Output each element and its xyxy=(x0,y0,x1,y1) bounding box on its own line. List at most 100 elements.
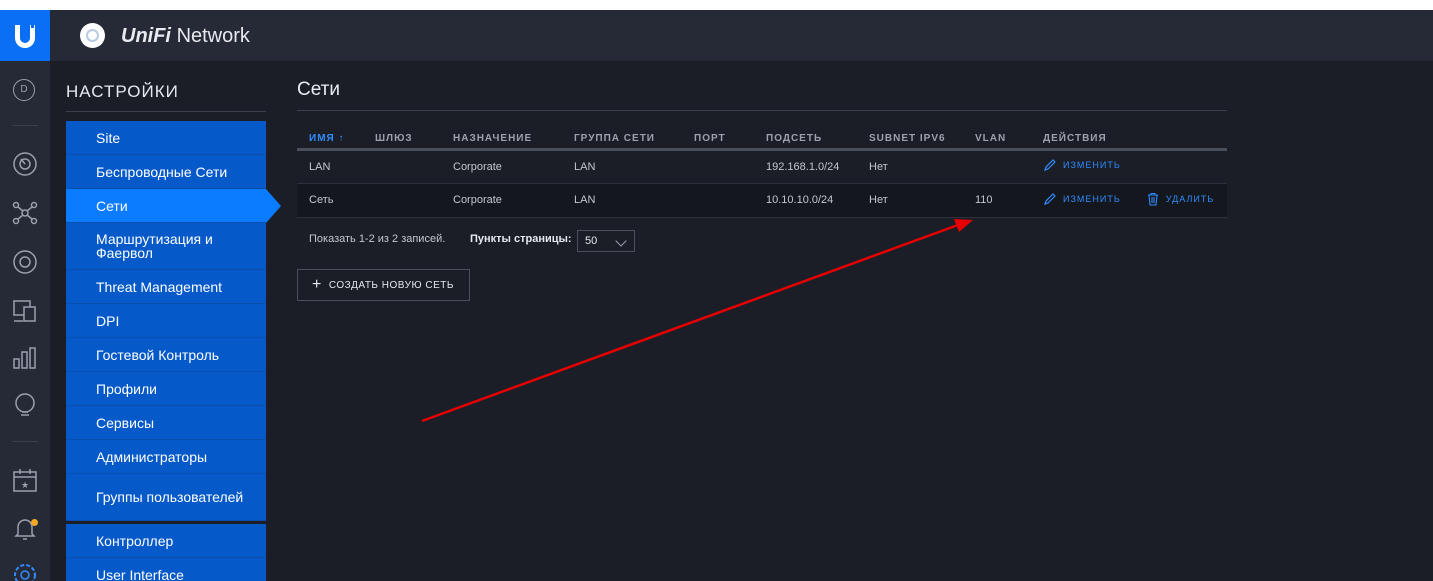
cell-name: LAN xyxy=(297,149,363,184)
nav-item-networks[interactable]: Сети xyxy=(66,189,281,223)
nav-item-label: Маршрутизация и Фаервол xyxy=(96,231,213,261)
column-header-subnet-ipv6[interactable]: SUBNET IPV6 xyxy=(857,130,963,151)
trash-icon xyxy=(1147,192,1158,206)
events-icon[interactable]: ★ xyxy=(11,467,39,495)
nav-item-user-interface[interactable]: User Interface xyxy=(66,558,266,581)
nav-item-site[interactable]: Site xyxy=(66,121,266,155)
column-header-vlan[interactable]: VLAN xyxy=(963,130,1031,151)
edit-network-button[interactable]: ИЗМЕНИТЬ xyxy=(1043,192,1121,206)
cell-port xyxy=(682,149,754,184)
networks-table: ИМЯ ↑ ШЛЮЗ НАЗНАЧЕНИЕ ГРУППА СЕТИ ПОРТ П… xyxy=(297,130,1227,218)
nav-item-label: Threat Management xyxy=(96,278,223,295)
cell-subnet-ipv6: Нет xyxy=(857,183,963,218)
table-header-row: ИМЯ ↑ ШЛЮЗ НАЗНАЧЕНИЕ ГРУППА СЕТИ ПОРТ П… xyxy=(297,130,1227,151)
column-header-port[interactable]: ПОРТ xyxy=(682,130,754,151)
create-network-label: СОЗДАТЬ НОВУЮ СЕТЬ xyxy=(328,279,454,291)
column-header-network-group[interactable]: ГРУППА СЕТИ xyxy=(562,130,682,151)
cell-subnet: 192.168.1.0/24 xyxy=(754,149,857,184)
svg-text:★: ★ xyxy=(21,481,29,491)
app-title: UniFi Network xyxy=(121,25,250,48)
left-icon-rail: D ★ xyxy=(0,61,50,581)
top-header: UniFi Network xyxy=(0,10,1433,61)
delete-network-button[interactable]: УДАЛИТЬ xyxy=(1146,192,1214,206)
nav-item-dpi[interactable]: DPI xyxy=(66,304,266,338)
app-title-bold: UniFi xyxy=(121,25,171,47)
cell-gateway xyxy=(363,183,441,218)
table-row: LAN Corporate LAN 192.168.1.0/24 Нет ИЗМ… xyxy=(297,149,1227,184)
settings-heading-divider xyxy=(66,111,266,112)
cell-purpose: Corporate xyxy=(441,149,562,184)
nav-item-user-groups[interactable]: Группы пользователей xyxy=(66,474,266,521)
nav-item-label: Контроллер xyxy=(96,532,174,549)
settings-heading: НАСТРОЙКИ xyxy=(66,82,179,101)
column-header-actions: ДЕЙСТВИЯ xyxy=(1031,130,1227,151)
chevron-down-icon xyxy=(615,235,627,247)
settings-icon[interactable] xyxy=(11,561,39,581)
nav-item-threat-management[interactable]: Threat Management xyxy=(66,270,266,304)
site-switcher-badge[interactable]: D xyxy=(13,79,35,101)
pencil-icon xyxy=(1044,192,1056,205)
cell-vlan xyxy=(963,149,1031,184)
app-title-rest: Network xyxy=(176,25,250,47)
nav-item-label: User Interface xyxy=(96,566,184,581)
nav-item-services[interactable]: Сервисы xyxy=(66,406,266,440)
cell-name: Сеть xyxy=(297,183,363,218)
insights-icon[interactable] xyxy=(11,391,39,419)
edit-label: ИЗМЕНИТЬ xyxy=(1063,193,1121,204)
column-header-name-label: ИМЯ xyxy=(309,133,335,145)
cell-gateway xyxy=(363,149,441,184)
browser-top-strip xyxy=(0,0,1433,10)
ubiquiti-u-icon xyxy=(15,25,35,48)
nav-item-guest-control[interactable]: Гостевой Контроль xyxy=(66,338,266,372)
nav-item-routing-firewall[interactable]: Маршрутизация и Фаервол xyxy=(66,223,266,270)
cell-subnet-ipv6: Нет xyxy=(857,149,963,184)
create-network-button[interactable]: + СОЗДАТЬ НОВУЮ СЕТЬ xyxy=(297,269,470,301)
cell-network-group: LAN xyxy=(562,183,682,218)
nav-item-label: DPI xyxy=(96,312,120,329)
nav-item-label: Администраторы xyxy=(96,448,208,465)
column-header-gateway[interactable]: ШЛЮЗ xyxy=(363,130,441,151)
table-row: Сеть Corporate LAN 10.10.10.0/24 Нет 110… xyxy=(297,183,1227,218)
annotation-arrow-head xyxy=(954,219,973,232)
page-size-label: Пункты страницы: xyxy=(470,233,572,245)
nav-item-label: Site xyxy=(96,129,121,146)
cell-subnet: 10.10.10.0/24 xyxy=(754,183,857,218)
unifi-network-icon xyxy=(80,23,105,48)
column-header-purpose[interactable]: НАЗНАЧЕНИЕ xyxy=(441,130,562,151)
nav-item-label: Сети xyxy=(96,197,128,214)
nav-item-label: Группы пользователей xyxy=(96,489,244,505)
topology-icon[interactable] xyxy=(11,199,39,227)
cell-purpose: Corporate xyxy=(441,183,562,218)
plus-icon: + xyxy=(312,276,322,293)
nav-item-label: Гостевой Контроль xyxy=(96,346,220,363)
dashboard-icon[interactable] xyxy=(11,150,39,178)
rail-divider xyxy=(12,125,38,126)
annotation-arrow-line xyxy=(421,223,959,423)
delete-label: УДАЛИТЬ xyxy=(1165,193,1215,204)
page-size-select[interactable]: 50 xyxy=(577,230,635,252)
nav-item-admins[interactable]: Администраторы xyxy=(66,440,266,474)
page-title-divider xyxy=(297,110,1227,111)
ubiquiti-logo[interactable] xyxy=(0,10,50,61)
nav-item-label: Беспроводные Сети xyxy=(96,163,228,180)
edit-network-button[interactable]: ИЗМЕНИТЬ xyxy=(1043,158,1121,172)
cell-actions: ИЗМЕНИТЬ УДАЛИТЬ xyxy=(1031,183,1227,218)
nav-item-profiles[interactable]: Профили xyxy=(66,372,266,406)
cell-network-group: LAN xyxy=(562,149,682,184)
devices-icon[interactable] xyxy=(11,248,39,276)
column-header-name[interactable]: ИМЯ ↑ xyxy=(297,130,363,151)
nav-item-controller[interactable]: Контроллер xyxy=(66,524,266,558)
cell-actions: ИЗМЕНИТЬ xyxy=(1031,149,1227,184)
rail-divider xyxy=(12,441,38,442)
nav-item-label: Профили xyxy=(96,380,157,397)
column-header-subnet[interactable]: ПОДСЕТЬ xyxy=(754,130,857,151)
clients-icon[interactable] xyxy=(11,297,39,325)
statistics-icon[interactable] xyxy=(11,344,39,372)
page-title: Сети xyxy=(297,79,340,100)
sort-ascending-icon: ↑ xyxy=(338,133,345,145)
alerts-notification-dot xyxy=(31,519,38,526)
nav-item-wireless-networks[interactable]: Беспроводные Сети xyxy=(66,155,266,189)
edit-label: ИЗМЕНИТЬ xyxy=(1063,160,1121,170)
pagination-summary: Показать 1-2 из 2 записей. xyxy=(309,233,446,245)
nav-item-label: Сервисы xyxy=(96,414,155,431)
